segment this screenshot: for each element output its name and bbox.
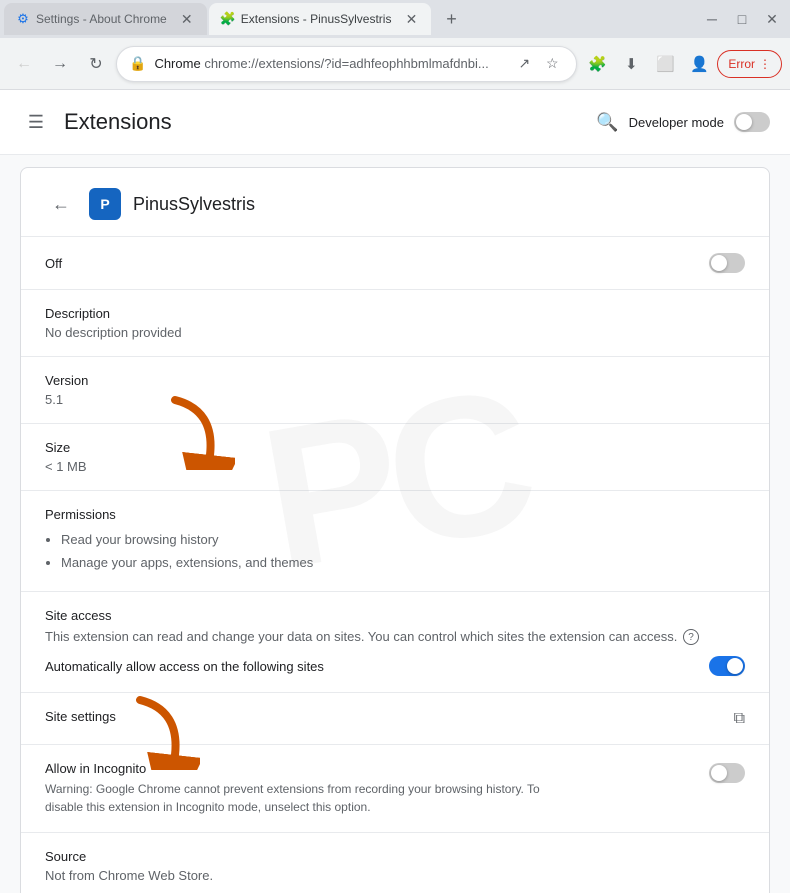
back-to-extensions-button[interactable]: ← xyxy=(45,188,77,220)
permission-item-2: Manage your apps, extensions, and themes xyxy=(61,551,745,574)
site-access-label: Site access xyxy=(45,608,745,623)
error-more-icon: ⋮ xyxy=(759,57,771,71)
size-label: Size xyxy=(45,440,745,455)
permission-item-1: Read your browsing history xyxy=(61,528,745,551)
window-controls: ─ □ ✕ xyxy=(698,5,786,33)
version-value: 5.1 xyxy=(45,392,745,407)
extensions-icon[interactable]: 🧩 xyxy=(581,48,613,80)
tab-extensions-close[interactable]: ✕ xyxy=(403,11,419,27)
extension-name: PinusSylvestris xyxy=(133,194,255,215)
tab-settings[interactable]: ⚙ Settings - About Chrome ✕ xyxy=(4,3,207,35)
maximize-button[interactable]: □ xyxy=(728,5,756,33)
description-label: Description xyxy=(45,306,745,321)
permissions-list: Read your browsing history Manage your a… xyxy=(45,528,745,575)
help-icon[interactable]: ? xyxy=(683,629,699,645)
tab-extensions-label: Extensions - PinusSylvestris xyxy=(241,12,392,26)
main-panel: ← P PinusSylvestris Off Description No d… xyxy=(0,155,790,893)
star-icon[interactable]: ☆ xyxy=(540,52,564,76)
external-link-icon[interactable]: ⧉ xyxy=(734,710,745,728)
back-button[interactable]: ← xyxy=(8,48,40,80)
title-bar: ⚙ Settings - About Chrome ✕ 🧩 Extensions… xyxy=(0,0,790,38)
site-access-row: Site access This extension can read and … xyxy=(21,592,769,694)
source-row: Source Not from Chrome Web Store. xyxy=(21,833,769,893)
toolbar-right: 🧩 ⬇ ⬜ 👤 Error ⋮ xyxy=(581,48,782,80)
version-row: Version 5.1 xyxy=(21,357,769,424)
enabled-row: Off xyxy=(21,237,769,290)
tab-settings-close[interactable]: ✕ xyxy=(179,11,195,27)
auto-allow-toggle[interactable] xyxy=(709,656,745,676)
content-area[interactable]: ← P PinusSylvestris Off Description No d… xyxy=(0,155,790,893)
extension-header-row: ← P PinusSylvestris xyxy=(21,168,769,237)
source-label: Source xyxy=(45,849,745,864)
profile-icon[interactable]: 👤 xyxy=(683,48,715,80)
auto-allow-row: Automatically allow access on the follow… xyxy=(45,656,745,676)
size-value: < 1 MB xyxy=(45,459,745,474)
close-button[interactable]: ✕ xyxy=(758,5,786,33)
extensions-favicon: 🧩 xyxy=(221,12,235,26)
size-row: Size < 1 MB xyxy=(21,424,769,491)
site-settings-label: Site settings xyxy=(45,709,116,724)
refresh-button[interactable]: ↻ xyxy=(80,48,112,80)
incognito-row: Allow in Incognito Warning: Google Chrom… xyxy=(21,745,769,833)
version-label: Version xyxy=(45,373,745,388)
omnibox[interactable]: 🔒 Chrome chrome://extensions/?id=adhfeop… xyxy=(116,46,577,82)
settings-favicon: ⚙ xyxy=(16,12,30,26)
tab-settings-label: Settings - About Chrome xyxy=(36,12,167,26)
tab-extensions[interactable]: 🧩 Extensions - PinusSylvestris ✕ xyxy=(209,3,432,35)
page-content: ☰ Extensions 🔍 Developer mode ← P PinusS… xyxy=(0,90,790,893)
developer-mode-label: Developer mode xyxy=(629,115,724,130)
extension-icon: P xyxy=(89,188,121,220)
omnibox-actions: ↗ ☆ xyxy=(512,52,564,76)
extensions-header: ☰ Extensions 🔍 Developer mode xyxy=(0,90,790,155)
site-settings-row[interactable]: Site settings ⧉ xyxy=(21,693,769,745)
error-button[interactable]: Error ⋮ xyxy=(717,50,782,78)
header-right: 🔍 Developer mode xyxy=(596,112,770,133)
new-tab-button[interactable]: + xyxy=(437,5,465,33)
url-path: chrome://extensions/?id=adhfeophhbmlmafd… xyxy=(204,56,488,71)
developer-mode-toggle[interactable] xyxy=(734,112,770,132)
hamburger-menu[interactable]: ☰ xyxy=(20,106,52,138)
allow-incognito-label: Allow in Incognito xyxy=(45,761,689,776)
extensions-title: Extensions xyxy=(64,109,172,135)
source-value: Not from Chrome Web Store. xyxy=(45,868,745,883)
download-icon[interactable]: ⬇ xyxy=(615,48,647,80)
minimize-button[interactable]: ─ xyxy=(698,5,726,33)
allow-incognito-warning: Warning: Google Chrome cannot prevent ex… xyxy=(45,780,545,816)
url-display: Chrome chrome://extensions/?id=adhfeophh… xyxy=(154,56,504,71)
search-icon[interactable]: 🔍 xyxy=(596,112,618,133)
tab-layout-icon[interactable]: ⬜ xyxy=(649,48,681,80)
extension-detail-panel: ← P PinusSylvestris Off Description No d… xyxy=(20,167,770,893)
share-icon[interactable]: ↗ xyxy=(512,52,536,76)
description-value: No description provided xyxy=(45,325,745,340)
site-access-description: This extension can read and change your … xyxy=(45,627,745,647)
url-domain: Chrome xyxy=(154,56,200,71)
off-label: Off xyxy=(45,256,62,271)
extension-enabled-toggle[interactable] xyxy=(709,253,745,273)
address-bar: ← → ↻ 🔒 Chrome chrome://extensions/?id=a… xyxy=(0,38,790,90)
description-row: Description No description provided xyxy=(21,290,769,357)
permissions-row: Permissions Read your browsing history M… xyxy=(21,491,769,592)
forward-button[interactable]: → xyxy=(44,48,76,80)
permissions-label: Permissions xyxy=(45,507,745,522)
auto-allow-label: Automatically allow access on the follow… xyxy=(45,659,324,674)
lock-icon: 🔒 xyxy=(129,55,146,72)
error-label: Error xyxy=(728,57,755,71)
allow-incognito-toggle[interactable] xyxy=(709,763,745,783)
